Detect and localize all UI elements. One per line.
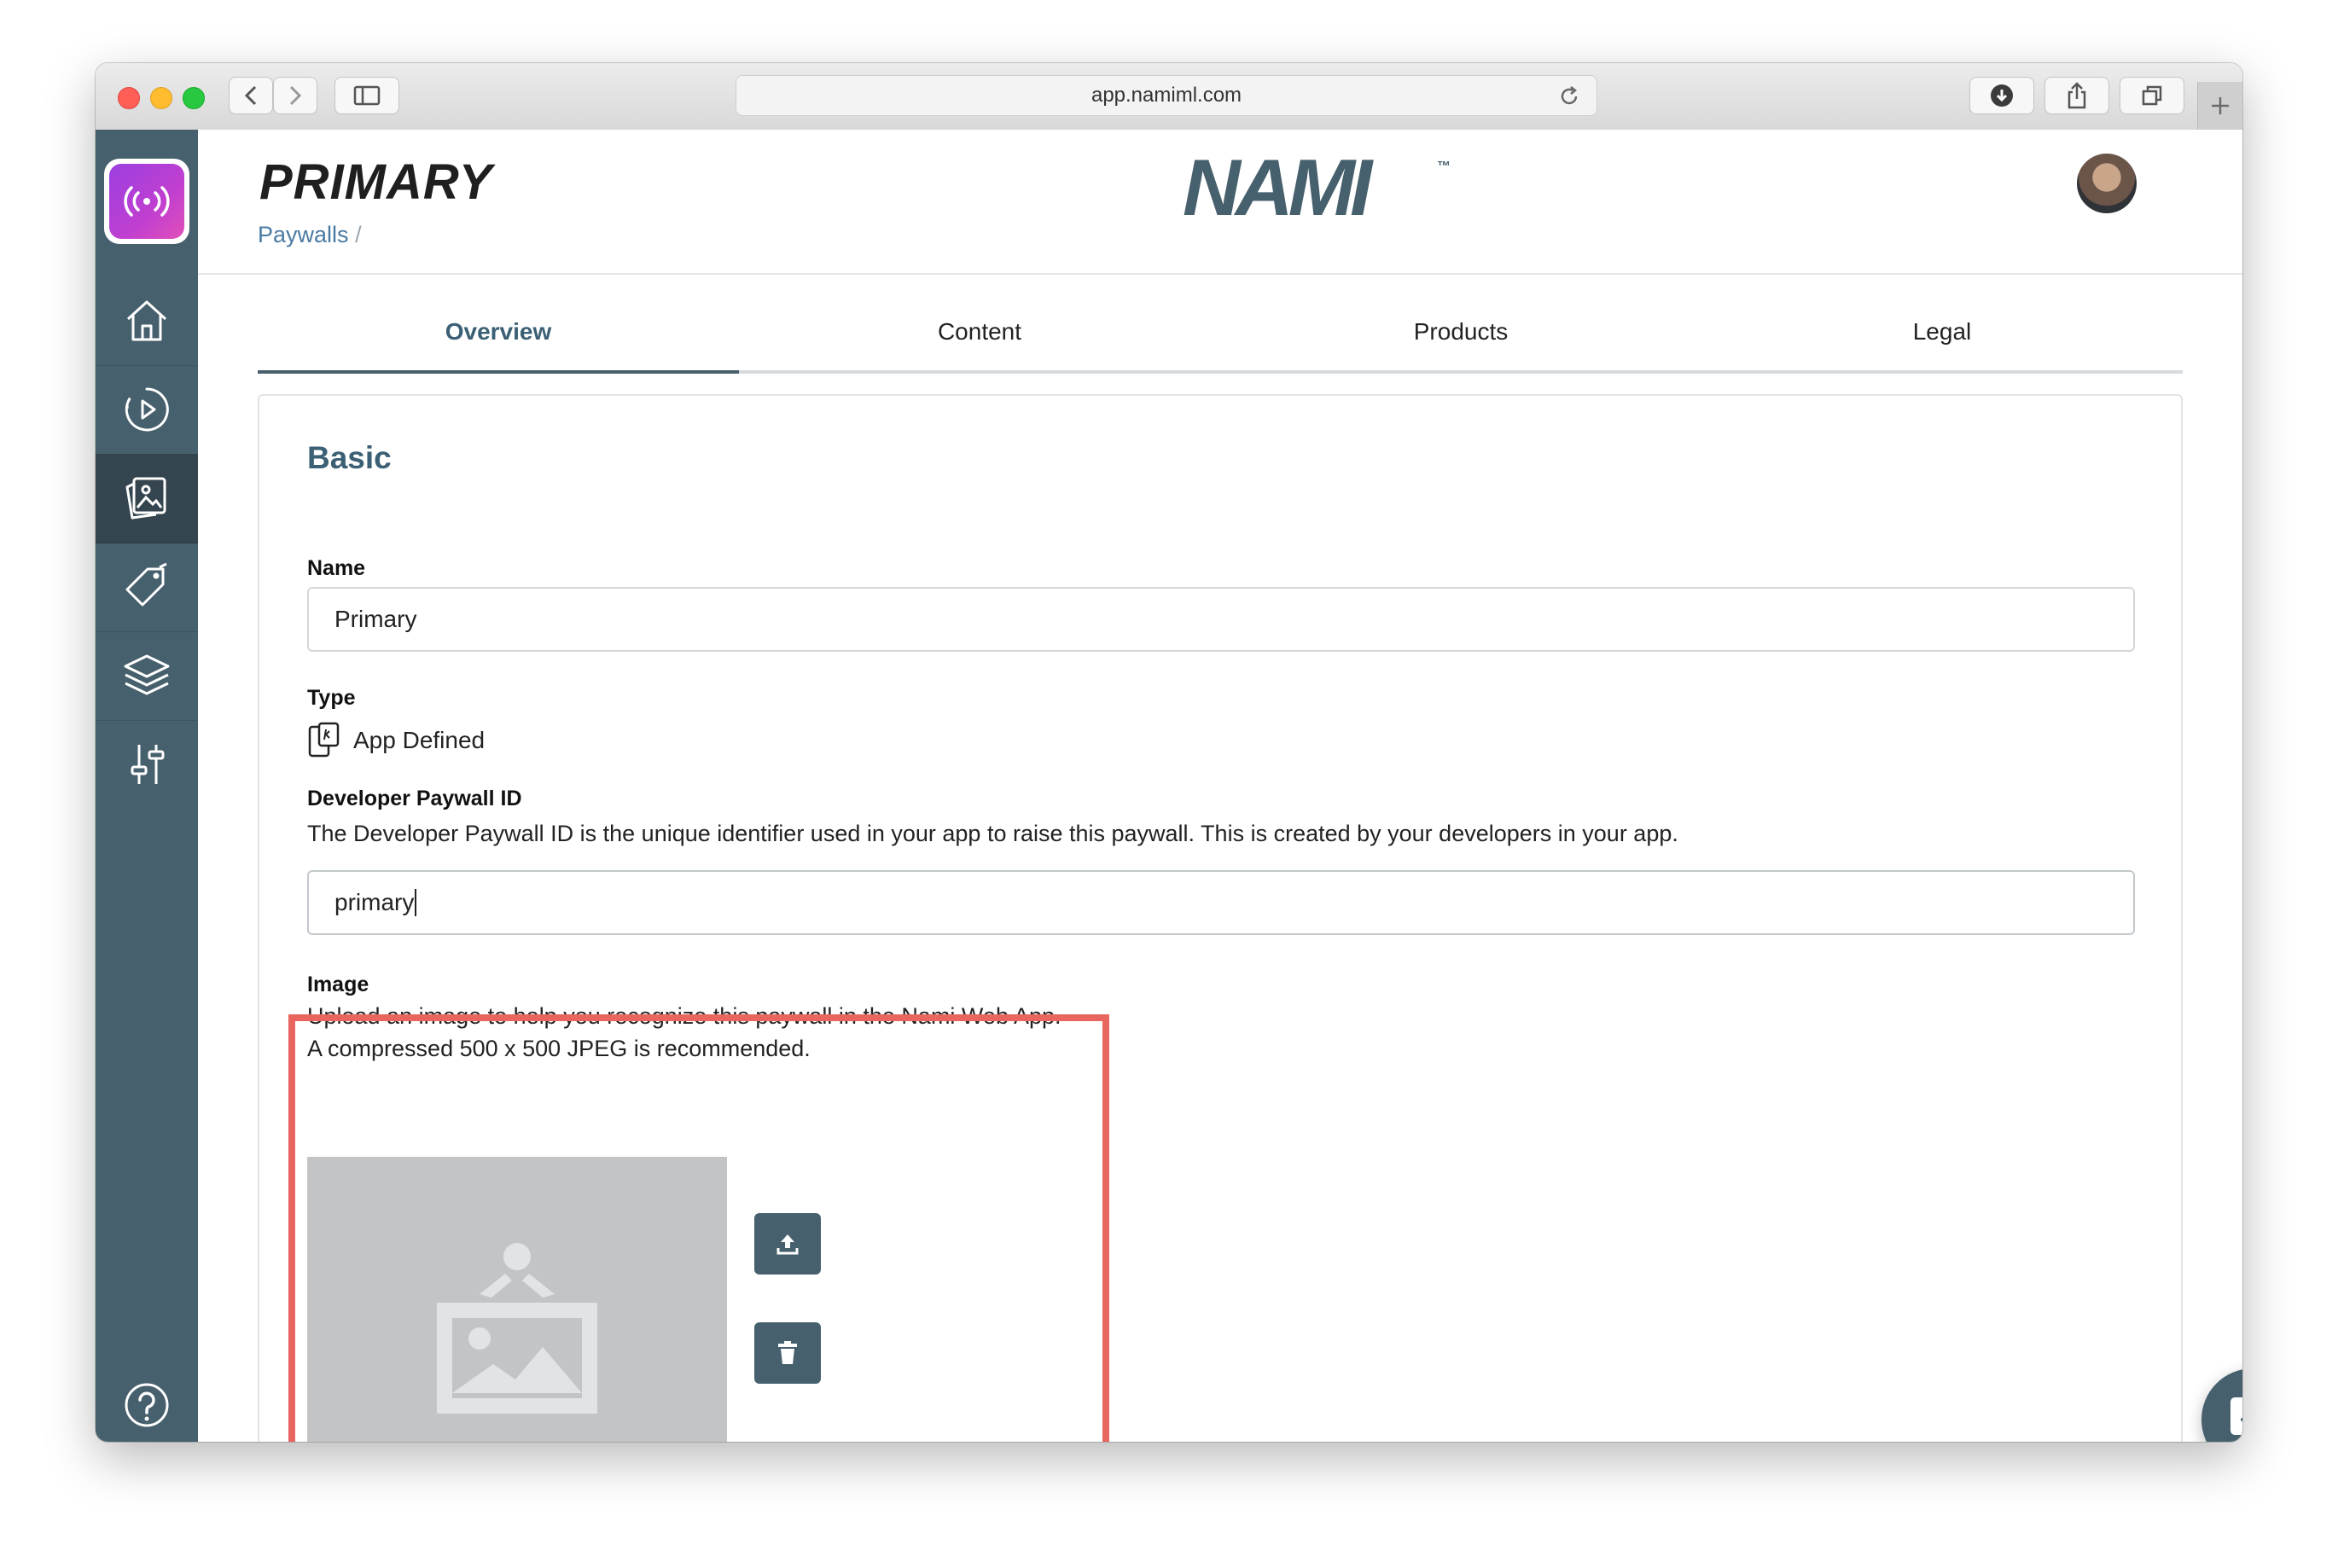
support-chat-button[interactable] (2201, 1368, 2242, 1442)
share-icon (2068, 82, 2086, 109)
text-caret (415, 889, 417, 916)
name-input-value: Primary (334, 606, 417, 632)
sidebar-item-paywalls[interactable] (96, 454, 198, 543)
sidebar-panel-icon (353, 85, 381, 106)
chat-icon (2230, 1397, 2242, 1435)
home-icon (126, 300, 167, 341)
close-window-button[interactable] (118, 87, 140, 109)
brand-logo[interactable]: NAMI ™ (1179, 142, 1461, 232)
forward-button[interactable] (273, 77, 317, 114)
download-icon (1991, 84, 2013, 107)
sidebar-toggle-button[interactable] (334, 77, 399, 114)
tabs-icon (2142, 85, 2162, 106)
settings-sliders-icon (131, 745, 165, 784)
share-button[interactable] (2044, 77, 2109, 114)
name-label: Name (307, 556, 366, 580)
chevron-right-icon (289, 85, 302, 106)
page-header: PRIMARY Paywalls / NAMI ™ (198, 130, 2242, 275)
tab-bar: Overview Content Products Legal (258, 293, 2183, 374)
type-label: Type (307, 686, 356, 710)
tabs-overview-button[interactable] (2120, 77, 2184, 114)
sidebar-item-help[interactable] (96, 1375, 198, 1435)
app-defined-icon (308, 722, 340, 758)
tab-content[interactable]: Content (739, 293, 1220, 370)
layers-icon (124, 654, 170, 695)
breadcrumb-link-paywalls[interactable]: Paywalls (258, 222, 349, 247)
breadcrumb-separator: / (355, 222, 362, 247)
developer-paywall-id-help: The Developer Paywall ID is the unique i… (307, 821, 1678, 846)
sidebar (96, 130, 198, 1442)
tab-legal[interactable]: Legal (1701, 293, 2183, 370)
zoom-window-button[interactable] (183, 87, 205, 109)
analytics-play-icon (125, 387, 169, 432)
brand-name: NAMI (1183, 148, 1374, 225)
plus-icon (2212, 97, 2229, 114)
paywalls-cards-icon (125, 477, 166, 520)
sidebar-item-home[interactable] (96, 276, 198, 366)
name-input[interactable]: Primary (307, 587, 2135, 652)
back-button[interactable] (229, 77, 273, 114)
nami-wordmark: NAMI ™ (1183, 142, 1451, 232)
address-bar[interactable]: app.namiml.com (736, 75, 1597, 116)
type-value: App Defined (353, 727, 486, 753)
sidebar-item-layers[interactable] (96, 631, 198, 721)
tab-products[interactable]: Products (1220, 293, 1701, 370)
brand-trademark: ™ (1437, 160, 1451, 174)
page-title: PRIMARY (259, 154, 493, 210)
type-value-row: App Defined (307, 722, 485, 759)
app-logo[interactable] (104, 159, 189, 244)
image-section-highlight (288, 1014, 1109, 1442)
sidebar-item-analytics[interactable] (96, 365, 198, 455)
image-label: Image (307, 973, 369, 996)
url-text: app.namiml.com (1090, 84, 1242, 107)
section-title: Basic (307, 440, 392, 475)
new-tab-button[interactable] (2197, 82, 2242, 130)
minimize-window-button[interactable] (150, 87, 172, 109)
tag-icon (125, 562, 167, 607)
developer-paywall-id-label: Developer Paywall ID (307, 787, 522, 810)
developer-paywall-id-value: primary (334, 889, 415, 915)
reload-icon[interactable] (1557, 84, 1581, 108)
tab-overview[interactable]: Overview (258, 293, 739, 374)
downloads-button[interactable] (1969, 77, 2034, 114)
broadcast-icon (124, 186, 170, 217)
browser-titlebar: app.namiml.com (96, 63, 2242, 131)
sidebar-item-products[interactable] (96, 543, 198, 632)
sidebar-item-settings[interactable] (96, 720, 198, 809)
avatar[interactable] (2077, 154, 2137, 213)
breadcrumb: Paywalls / (258, 222, 362, 248)
chevron-left-icon (244, 85, 257, 106)
help-icon (125, 1383, 169, 1427)
browser-window: app.namiml.com PRIMARY Paywalls / NAMI ™… (96, 63, 2242, 1442)
developer-paywall-id-input[interactable]: primary (307, 870, 2135, 935)
